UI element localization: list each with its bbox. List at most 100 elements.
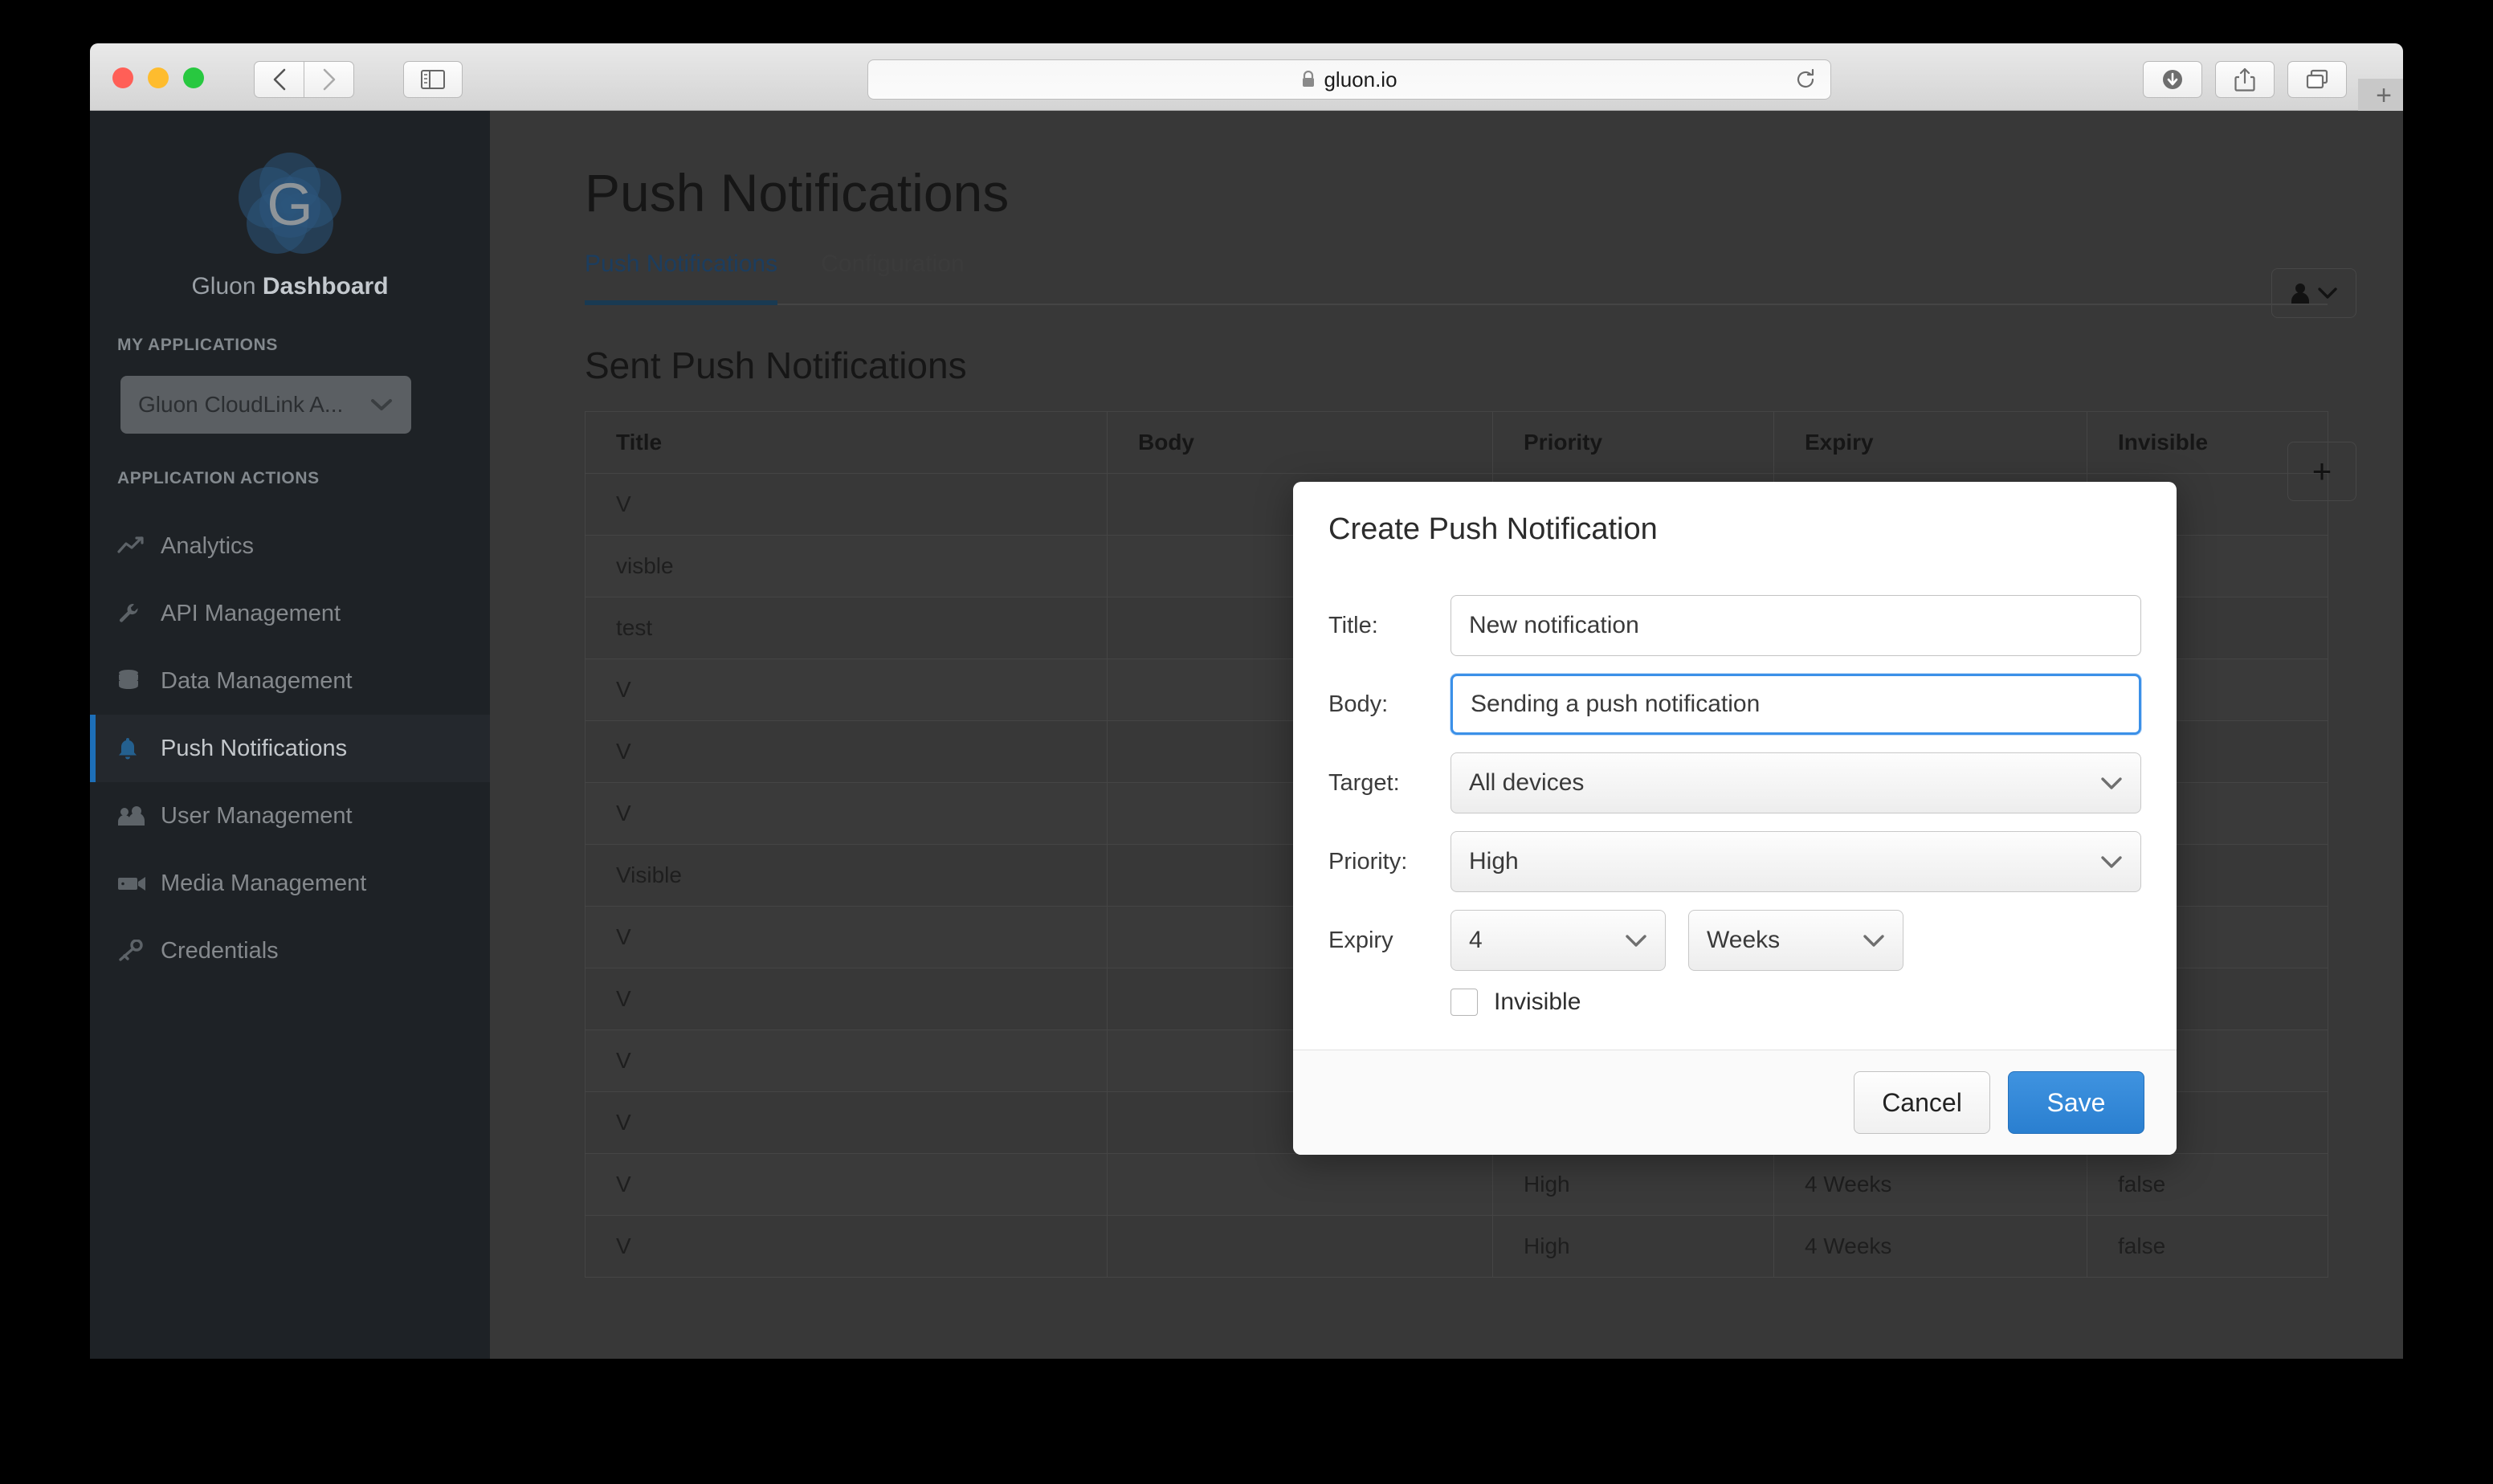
chevron-down-icon [1863,934,1885,948]
target-field-label: Target: [1328,770,1451,797]
cell-title: visble [586,536,1108,597]
invisible-checkbox-label: Invisible [1494,989,1581,1016]
column-header-priority[interactable]: Priority [1493,412,1774,474]
download-icon [2160,67,2185,92]
sidebar-item-push-notifications[interactable]: Push Notifications [90,715,490,782]
dialog-title: Create Push Notification [1328,512,2141,547]
expiry-unit-select[interactable]: Weeks [1688,910,1903,971]
sidebar-toggle-button[interactable] [403,61,463,98]
chevron-down-icon [2100,855,2123,869]
page-title: Push Notifications [585,162,2355,223]
dialog-header: Create Push Notification [1293,482,2177,561]
sidebar-item-credentials[interactable]: Credentials [90,917,490,985]
wrench-icon [117,601,161,626]
url-text: gluon.io [1324,67,1397,92]
cell-priority: High [1493,1216,1774,1278]
sidebar-nav: Analytics API Management Data Management [90,512,490,985]
sidebar-item-label: Data Management [161,668,353,695]
downloads-button[interactable] [2143,61,2202,98]
share-button[interactable] [2215,61,2275,98]
expiry-amount-value: 4 [1469,927,1483,954]
column-header-body[interactable]: Body [1108,412,1493,474]
brand-bold: Dashboard [263,273,389,300]
tab-overview-button[interactable] [2287,61,2347,98]
address-bar[interactable]: gluon.io [867,59,1831,100]
application-selector[interactable]: Gluon CloudLink A... [120,376,411,434]
minimize-window-button[interactable] [148,67,169,88]
chevron-right-icon [320,67,338,92]
expiry-form-row: Expiry 4 Weeks [1328,910,2141,971]
chevron-down-icon [2100,777,2123,790]
target-select[interactable]: All devices [1451,752,2141,813]
share-icon [2234,67,2256,92]
sidebar-item-label: Credentials [161,938,279,964]
reload-icon[interactable] [1793,67,1818,92]
cell-title: Visible [586,845,1108,907]
invisible-checkbox[interactable] [1451,989,1478,1016]
cell-title: V [586,968,1108,1030]
expiry-controls: 4 Weeks [1451,910,2141,971]
brand-prefix: Gluon [191,273,262,300]
cell-invisible: false [2087,1154,2328,1216]
priority-select[interactable]: High [1451,831,2141,892]
tab-push-notifications[interactable]: Push Notifications [585,251,777,291]
priority-form-row: Priority: High [1328,831,2141,892]
window-controls [112,67,204,88]
section-title: Sent Push Notifications [585,344,2355,387]
users-icon [117,805,161,826]
body-input[interactable]: Sending a push notification [1451,674,2141,735]
sidebar-item-user-management[interactable]: User Management [90,782,490,850]
tab-configuration[interactable]: Configuration [821,251,964,291]
column-header-title[interactable]: Title [586,412,1108,474]
cell-title: test [586,597,1108,659]
cell-body [1108,1216,1493,1278]
cell-priority: High [1493,1154,1774,1216]
tab-overview-icon [2305,68,2329,91]
expiry-field-label: Expiry [1328,928,1451,954]
sidebar-toggle-icon [421,70,445,89]
sidebar-item-analytics[interactable]: Analytics [90,512,490,580]
expiry-amount-select[interactable]: 4 [1451,910,1666,971]
sidebar-item-media-management[interactable]: Media Management [90,850,490,917]
cell-title: V [586,659,1108,721]
title-input[interactable]: New notification [1451,595,2141,656]
cell-expiry: 4 Weeks [1774,1216,2087,1278]
sidebar-item-label: Analytics [161,533,254,560]
browser-window: gluon.io [90,43,2403,1359]
target-form-row: Target: All devices [1328,752,2141,813]
forward-button[interactable] [304,61,354,98]
cell-title: V [586,1216,1108,1278]
cell-title: V [586,783,1108,845]
sidebar-item-label: Media Management [161,870,366,897]
chevron-left-icon [271,67,288,92]
gluon-logo-icon: G [239,153,341,255]
brand-name: Gluon Dashboard [90,273,490,300]
cell-title: V [586,474,1108,536]
cell-title: V [586,721,1108,783]
new-tab-button[interactable]: + [2358,79,2403,112]
sidebar: G Gluon Dashboard MY APPLICATIONS Gluon … [90,111,490,1359]
priority-field-label: Priority: [1328,849,1451,875]
maximize-window-button[interactable] [183,67,204,88]
title-field-label: Title: [1328,613,1451,639]
close-window-button[interactable] [112,67,133,88]
table-row[interactable]: VHigh4 Weeksfalse [586,1216,2328,1278]
video-camera-icon [117,874,161,892]
table-row[interactable]: VHigh4 Weeksfalse [586,1154,2328,1216]
sidebar-item-api-management[interactable]: API Management [90,580,490,647]
main-content: Push Notifications Push Notifications Co… [490,111,2403,1359]
body-field-label: Body: [1328,691,1451,718]
back-button[interactable] [254,61,304,98]
dialog-body: Title: New notification Body: Sending a … [1293,561,2177,1050]
table-header-row: Title Body Priority Expiry Invisible [586,412,2328,474]
body-form-row: Body: Sending a push notification [1328,674,2141,735]
title-form-row: Title: New notification [1328,595,2141,656]
browser-toolbar: gluon.io [90,43,2403,111]
save-button[interactable]: Save [2008,1071,2144,1134]
chevron-down-icon [369,398,394,412]
cancel-button[interactable]: Cancel [1854,1071,1990,1134]
sidebar-item-data-management[interactable]: Data Management [90,647,490,715]
cell-expiry: 4 Weeks [1774,1154,2087,1216]
add-notification-button[interactable]: + [2287,442,2356,501]
column-header-expiry[interactable]: Expiry [1774,412,2087,474]
